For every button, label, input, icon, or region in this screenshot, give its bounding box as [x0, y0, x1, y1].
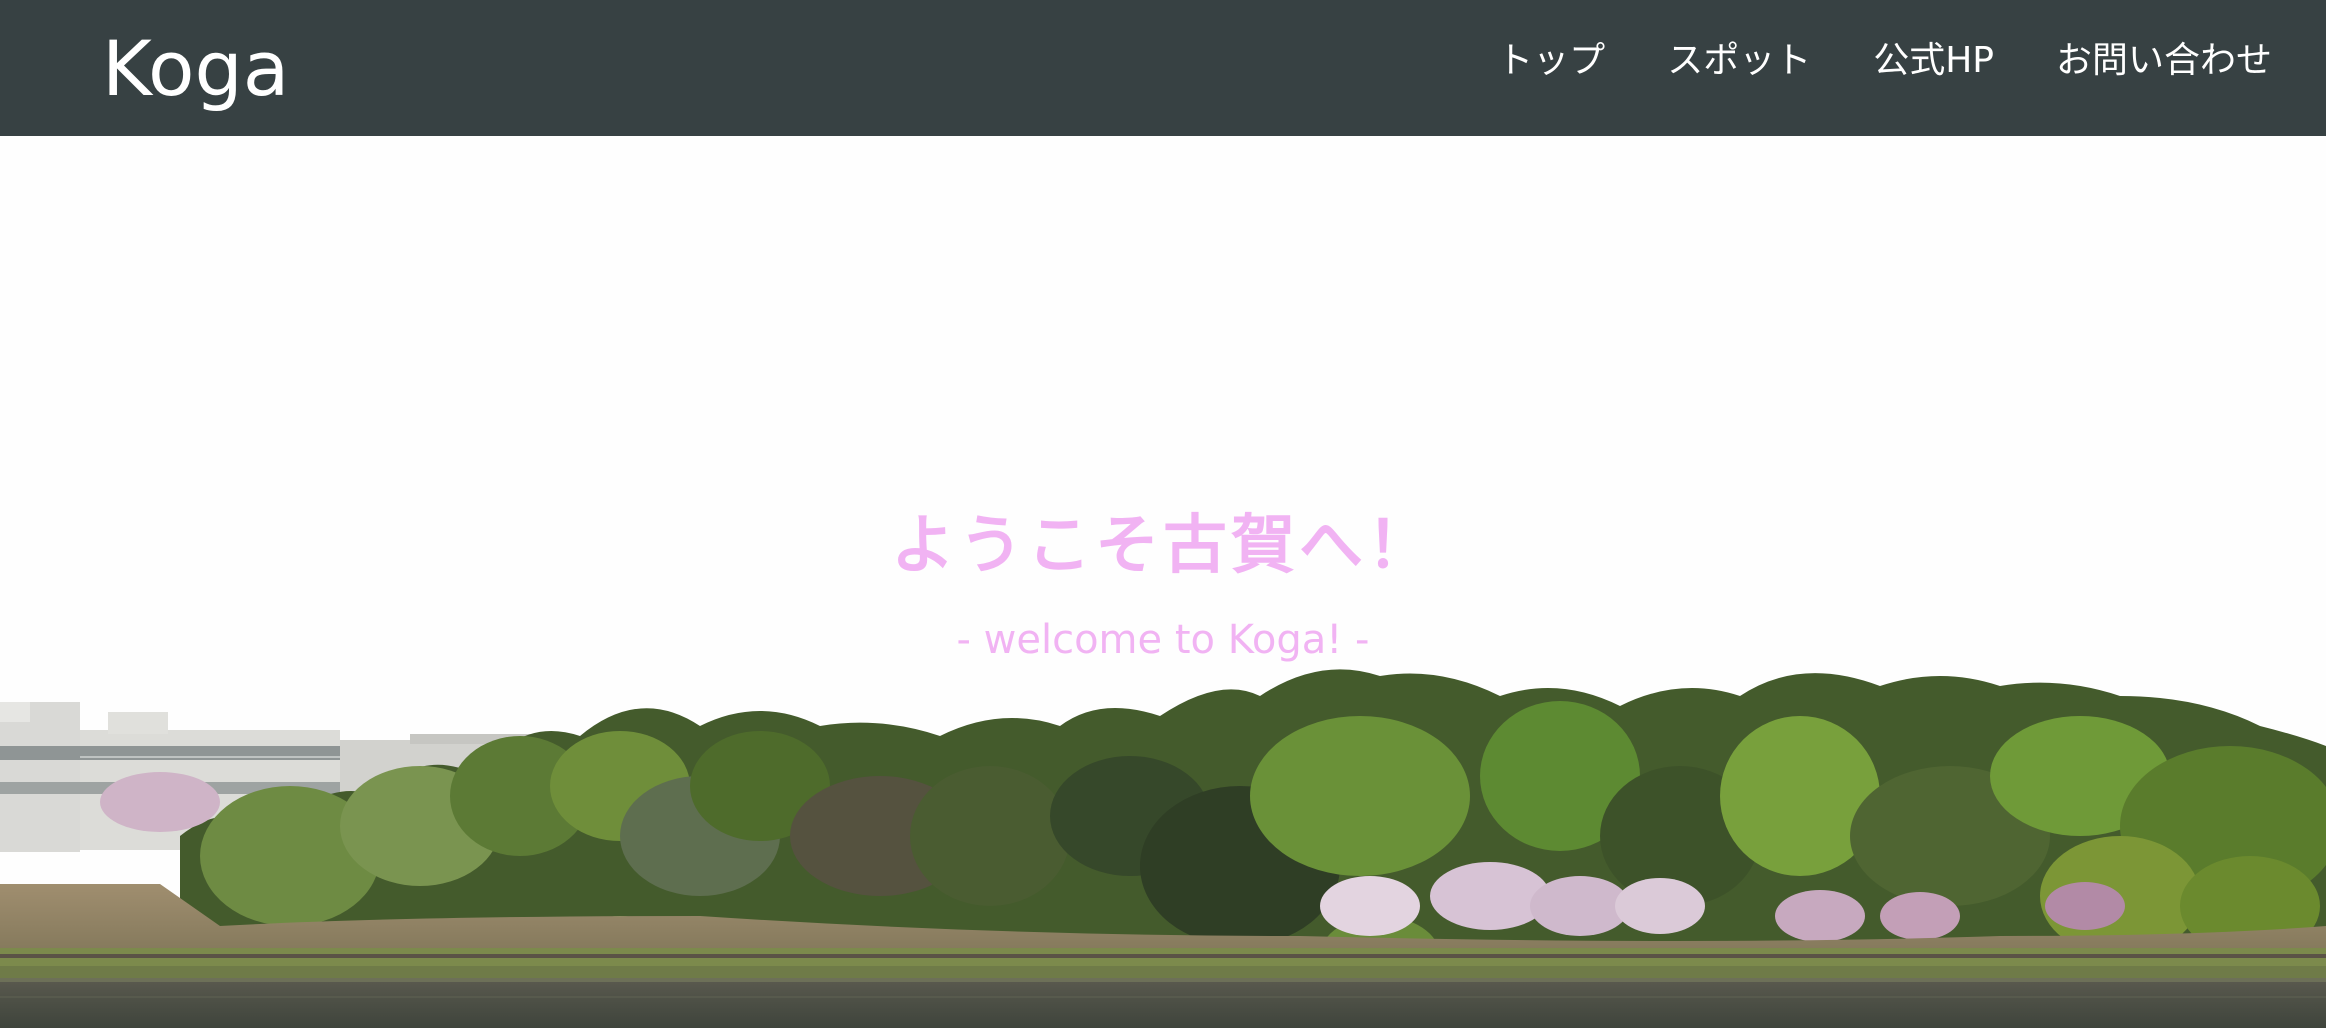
nav-link-top[interactable]: トップ	[1497, 43, 1605, 79]
hero-title: ようこそ古賀へ！	[891, 509, 1435, 583]
hero-text-overlay: ようこそ古賀へ！ - welcome to Koga! -	[0, 136, 2326, 1028]
nav-link-spots[interactable]: スポット	[1667, 43, 1811, 79]
site-logo[interactable]: Koga	[102, 31, 289, 107]
nav-link-contact[interactable]: お問い合わせ	[2056, 43, 2272, 79]
site-header: Koga トップ スポット 公式HP お問い合わせ	[0, 0, 2326, 136]
nav-link-official-site[interactable]: 公式HP	[1873, 43, 1994, 79]
hero-section: ようこそ古賀へ！ - welcome to Koga! -	[0, 136, 2326, 1028]
hero-subtitle: - welcome to Koga! -	[956, 617, 1370, 663]
main-nav: トップ スポット 公式HP お問い合わせ	[1435, 43, 2272, 79]
